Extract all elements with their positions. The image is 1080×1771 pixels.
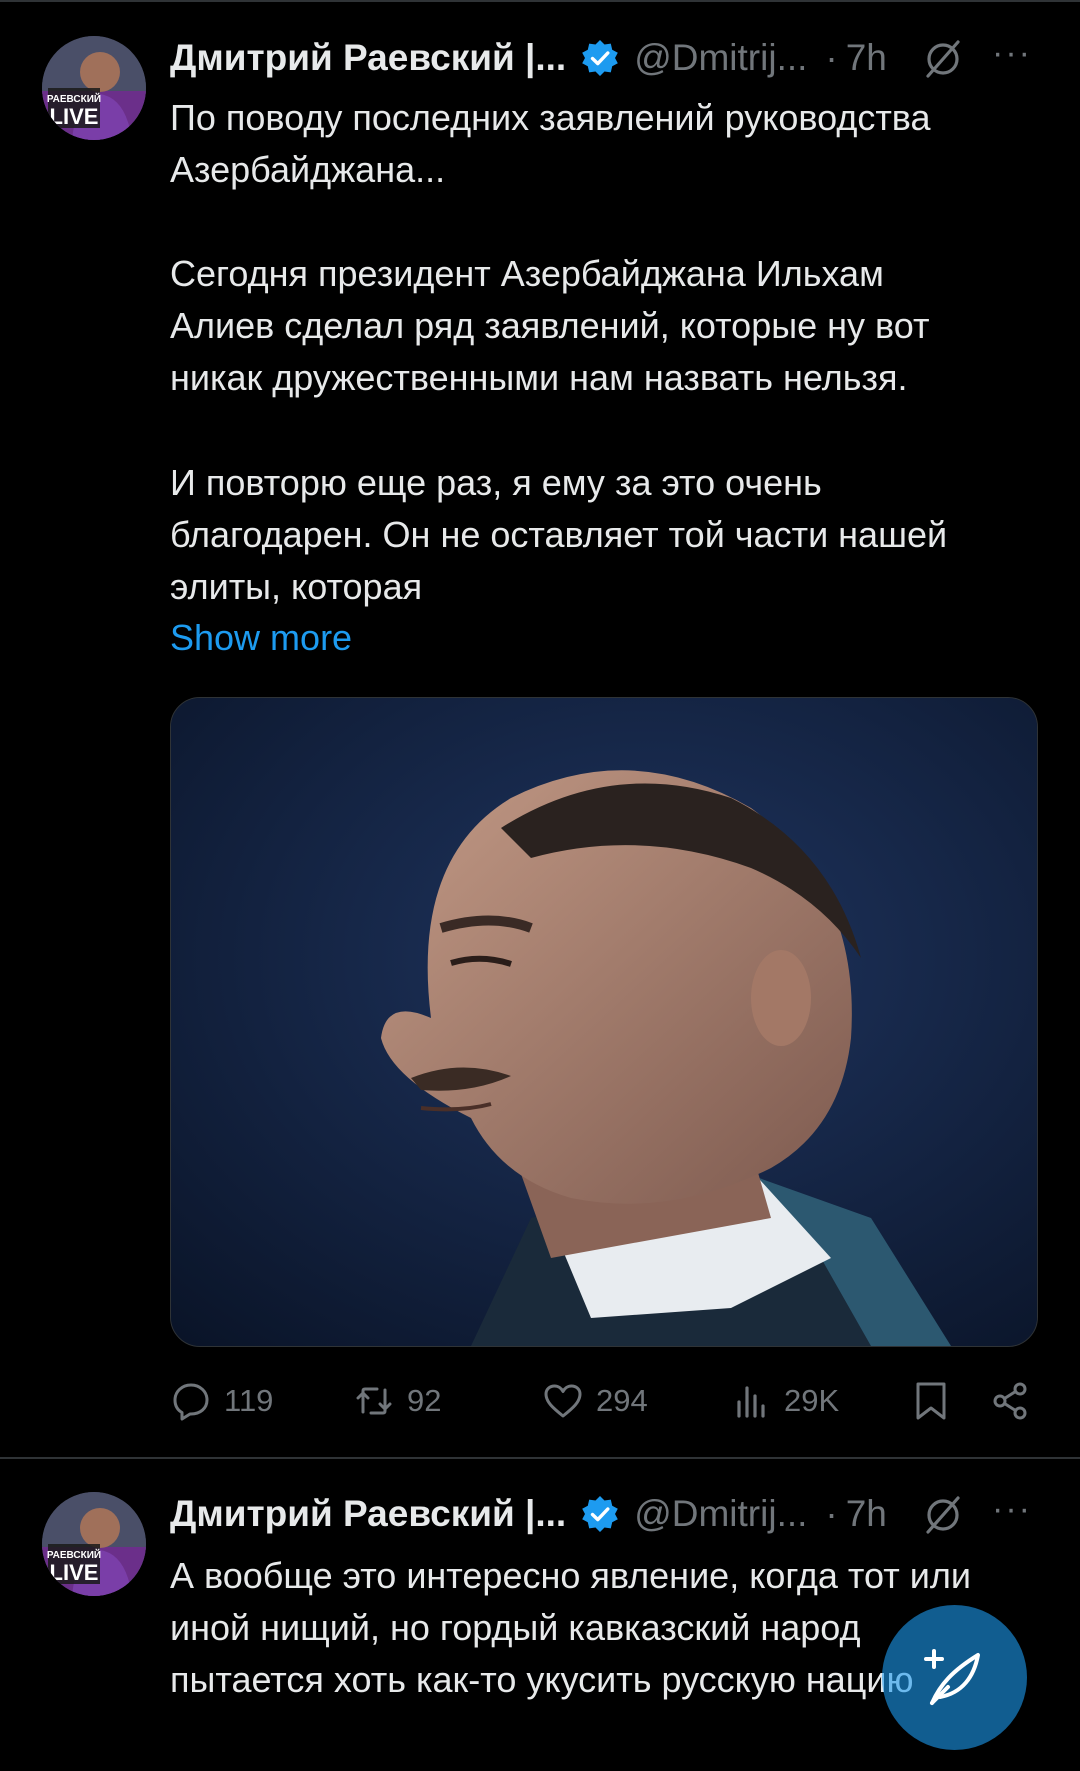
author-name[interactable]: Дмитрий Раевский |... [170,37,566,79]
show-more-link[interactable]: Show more [170,617,352,659]
separator-dot: · [825,37,838,78]
tweet-text-paragraph: По поводу последних заявлений руководств… [170,97,931,190]
grok-icon[interactable] [922,1494,964,1536]
reply-button[interactable]: 119 [170,1380,273,1422]
like-count: 294 [596,1383,648,1418]
separator-dot: · [825,1493,838,1534]
more-options-button[interactable]: ··· [992,34,1032,73]
verified-badge-icon [582,40,619,76]
views-icon [737,1386,765,1418]
views-count: 29K [784,1383,840,1418]
avatar-label-bottom: LIVE [50,104,99,129]
repost-button[interactable]: 92 [353,1380,441,1422]
avatar[interactable]: РАЕВСКИЙ LIVE [42,36,146,140]
like-button[interactable]: 294 [542,1380,648,1422]
repost-count: 92 [407,1383,442,1418]
tweet[interactable]: РАЕВСКИЙ LIVE Дмитрий Раевский |... @Dmi… [0,0,1080,1458]
timestamp[interactable]: 7h [846,1493,887,1535]
tweet-header: Дмитрий Раевский |... @Dmitrij... · 7h ·… [170,1490,1040,1538]
tweet-text-paragraph: И повторю еще раз, я ему за это очень бл… [170,462,948,607]
tweet-header: Дмитрий Раевский |... @Dmitrij... · 7h ·… [170,34,1040,82]
heart-icon [544,1384,582,1418]
author-name[interactable]: Дмитрий Раевский |... [170,1493,566,1535]
share-button[interactable] [990,1380,1032,1422]
author-handle[interactable]: @Dmitrij... [634,1493,807,1535]
compose-icon [924,1649,980,1705]
reply-icon [173,1383,209,1421]
share-icon [993,1382,1027,1420]
timestamp[interactable]: 7h [846,37,887,79]
reply-count: 119 [224,1383,274,1418]
verified-badge-icon [582,1496,619,1532]
grok-icon[interactable] [922,38,964,80]
bookmark-button[interactable] [910,1380,952,1422]
compose-button[interactable] [882,1605,1027,1750]
repost-icon [356,1387,392,1415]
more-options-button[interactable]: ··· [992,1490,1032,1529]
bookmark-icon [916,1382,946,1420]
avatar[interactable]: РАЕВСКИЙ LIVE [42,1492,146,1596]
avatar-label-bottom: LIVE [50,1560,99,1585]
tweet-actions: 119 92 294 29K [170,1380,1040,1430]
views-button[interactable]: 29K [730,1380,839,1422]
tweet-text-paragraph: Сегодня президент Азербайджана Ильхам Ал… [170,253,930,398]
tweet-image[interactable] [170,697,1038,1347]
author-handle[interactable]: @Dmitrij... [634,37,807,79]
